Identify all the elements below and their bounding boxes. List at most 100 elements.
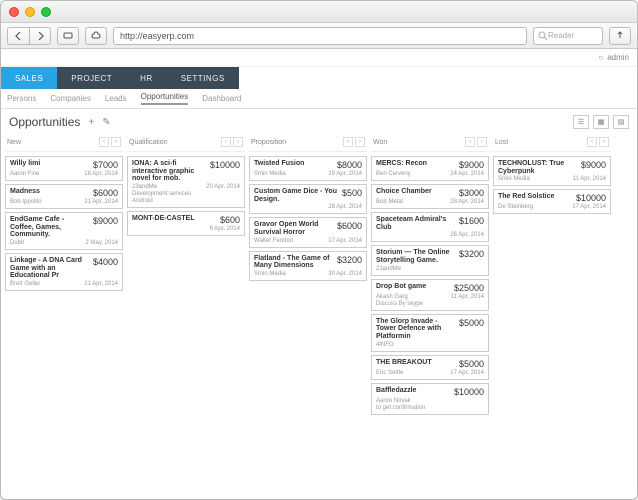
browser-search[interactable]: Reader bbox=[533, 27, 603, 45]
card-title: Flatland - The Game of Many Dimensions bbox=[254, 255, 333, 270]
card-owner: Dubit bbox=[10, 240, 24, 246]
sub-tab-dashboard[interactable]: Dashboard bbox=[202, 94, 241, 103]
back-button[interactable] bbox=[7, 27, 29, 45]
kanban-board: New‹›Willy limi$7000Aaron Fine18 Apr, 20… bbox=[1, 135, 637, 500]
opportunity-card[interactable]: Drop Bot game$25000Akash Garg11 Apr, 201… bbox=[371, 279, 489, 311]
expand-icon[interactable]: › bbox=[477, 137, 487, 147]
card-title: Storium — The Online Storytelling Game. bbox=[376, 249, 455, 264]
opportunity-card[interactable]: IONA: A sci-fi interactive graphic novel… bbox=[127, 156, 245, 208]
view-kanban-button[interactable]: ▤ bbox=[613, 115, 629, 129]
collapse-icon[interactable]: ‹ bbox=[221, 137, 231, 147]
card-amount: $10000 bbox=[210, 160, 240, 170]
card-title: Baffledazzle bbox=[376, 387, 416, 395]
card-owner: Ben Cerveny bbox=[376, 171, 411, 177]
app-window: Reader ○ admin SALESPROJECTHRSETTINGS Pe… bbox=[0, 0, 638, 500]
collapse-icon[interactable]: ‹ bbox=[465, 137, 475, 147]
column-header: Proposition‹› bbox=[249, 135, 367, 152]
card-extra: Discuss By skype bbox=[376, 301, 484, 307]
card-title: MERCS: Recon bbox=[376, 160, 427, 168]
expand-icon[interactable]: › bbox=[355, 137, 365, 147]
card-amount: $4000 bbox=[93, 257, 118, 267]
opportunity-card[interactable]: Storium — The Online Storytelling Game.$… bbox=[371, 245, 489, 275]
column-header: Lost‹› bbox=[493, 135, 611, 152]
card-amount: $5000 bbox=[459, 318, 484, 328]
opportunity-card[interactable]: Gravor Open World Survival Horror $6000 Wa… bbox=[249, 217, 367, 247]
column-cards: TECHNOLUST: True Cyberpunk$9000Smin Medi… bbox=[493, 156, 611, 214]
card-date: 11 Apr, 2014 bbox=[451, 294, 484, 300]
column-actions: ‹› bbox=[587, 137, 609, 147]
edit-button[interactable]: ✎ bbox=[102, 117, 110, 128]
cloud-button[interactable] bbox=[85, 27, 107, 45]
browser-toolbar: Reader bbox=[1, 23, 637, 49]
expand-icon[interactable]: › bbox=[233, 137, 243, 147]
opportunity-card[interactable]: Custom Game Dice - You Design.$50028 Apr… bbox=[249, 184, 367, 214]
forward-button[interactable] bbox=[29, 27, 51, 45]
sub-tab-opportunities[interactable]: Opportunities bbox=[141, 92, 189, 105]
view-switcher: ☰ ▦ ▤ bbox=[573, 115, 629, 129]
sub-tab-leads[interactable]: Leads bbox=[105, 94, 127, 103]
window-minimize-icon[interactable] bbox=[25, 7, 35, 17]
window-close-icon[interactable] bbox=[9, 7, 19, 17]
window-zoom-icon[interactable] bbox=[41, 7, 51, 17]
card-amount: $1600 bbox=[459, 216, 484, 226]
card-date: 21 Apr, 2014 bbox=[84, 199, 118, 205]
opportunity-card[interactable]: THE BREAKOUT$5000Eric Settle17 Apr, 2014 bbox=[371, 355, 489, 380]
user-name[interactable]: admin bbox=[607, 53, 629, 62]
card-owner: 23andMe bbox=[132, 184, 157, 190]
card-amount: $6000 bbox=[337, 221, 362, 231]
collapse-icon[interactable]: ‹ bbox=[99, 137, 109, 147]
card-date: 21 Apr, 2014 bbox=[84, 281, 118, 287]
card-owner: 23andMe bbox=[376, 266, 401, 272]
search-icon bbox=[538, 31, 548, 41]
page-title: Opportunities bbox=[9, 115, 80, 129]
card-title: Gravor Open World Survival Horror bbox=[254, 221, 333, 236]
window-titlebar bbox=[1, 1, 637, 23]
expand-icon[interactable]: › bbox=[599, 137, 609, 147]
column-header: New‹› bbox=[5, 135, 123, 152]
main-tab-project[interactable]: PROJECT bbox=[57, 67, 126, 89]
card-date: 28 Apr, 2014 bbox=[450, 199, 484, 205]
url-input[interactable] bbox=[113, 27, 527, 45]
card-owner: De Steinberg bbox=[498, 204, 533, 210]
card-title: The Glorp Invade - Tower Defence with Pl… bbox=[376, 318, 455, 341]
opportunity-card[interactable]: TECHNOLUST: True Cyberpunk$9000Smin Medi… bbox=[493, 156, 611, 186]
expand-icon[interactable]: › bbox=[111, 137, 121, 147]
opportunity-card[interactable]: EndGame Cafe - Coffee, Games, Community.… bbox=[5, 212, 123, 250]
opportunity-card[interactable]: Willy limi$7000Aaron Fine18 Apr, 2014 bbox=[5, 156, 123, 181]
opportunity-card[interactable]: Choice Chamber$3000Bob Metal28 Apr, 2014 bbox=[371, 184, 489, 209]
opportunity-card[interactable]: Flatland - The Game of Many Dimensions$3… bbox=[249, 251, 367, 281]
page-header: Opportunities + ✎ ☰ ▦ ▤ bbox=[1, 109, 637, 135]
card-title: MONT-DE-CASTEL bbox=[132, 215, 195, 223]
column-actions: ‹› bbox=[343, 137, 365, 147]
opportunity-card[interactable]: Twisted Fusion$8000Smin Media19 Apr, 201… bbox=[249, 156, 367, 181]
collapse-icon[interactable]: ‹ bbox=[587, 137, 597, 147]
add-button[interactable]: + bbox=[88, 117, 94, 128]
share-button[interactable] bbox=[609, 27, 631, 45]
card-owner: Aaron Fine bbox=[10, 171, 39, 177]
opportunity-card[interactable]: Baffledazzle$10000Aaron Novakto get conf… bbox=[371, 383, 489, 415]
view-list-button[interactable]: ☰ bbox=[573, 115, 589, 129]
main-tab-settings[interactable]: SETTINGS bbox=[167, 67, 239, 89]
collapse-icon[interactable]: ‹ bbox=[343, 137, 353, 147]
bookmark-button[interactable] bbox=[57, 27, 79, 45]
card-date: 17 Apr, 2014 bbox=[572, 204, 606, 210]
opportunity-card[interactable]: MONT-DE-CASTEL$6006 Apr, 2014 bbox=[127, 211, 245, 236]
user-bar: ○ admin bbox=[1, 49, 637, 67]
main-tab-hr[interactable]: HR bbox=[126, 67, 167, 89]
card-title: TECHNOLUST: True Cyberpunk bbox=[498, 160, 577, 175]
opportunity-card[interactable]: The Glorp Invade - Tower Defence with Pl… bbox=[371, 314, 489, 352]
sub-tab-persons[interactable]: Persons bbox=[7, 94, 36, 103]
card-amount: $7000 bbox=[93, 160, 118, 170]
card-owner: Walter Fendon bbox=[254, 238, 293, 244]
opportunity-card[interactable]: Madness$6000Bob Ippolito21 Apr, 2014 bbox=[5, 184, 123, 209]
opportunity-card[interactable]: The Red Solstice$10000De Steinberg17 Apr… bbox=[493, 189, 611, 214]
card-title: EndGame Cafe - Coffee, Games, Community. bbox=[10, 216, 89, 239]
sub-tab-companies[interactable]: Companies bbox=[50, 94, 90, 103]
main-tab-sales[interactable]: SALES bbox=[1, 67, 57, 89]
card-date: 17 Apr, 2014 bbox=[450, 370, 484, 376]
card-amount: $9000 bbox=[581, 160, 606, 170]
opportunity-card[interactable]: Linkage - A DNA Card Game with an Educat… bbox=[5, 253, 123, 291]
opportunity-card[interactable]: MERCS: Recon$9000Ben Cerveny24 Apr, 2014 bbox=[371, 156, 489, 181]
view-grid-button[interactable]: ▦ bbox=[593, 115, 609, 129]
opportunity-card[interactable]: Spaceteam Admiral's Club$160026 Apr, 201… bbox=[371, 212, 489, 242]
